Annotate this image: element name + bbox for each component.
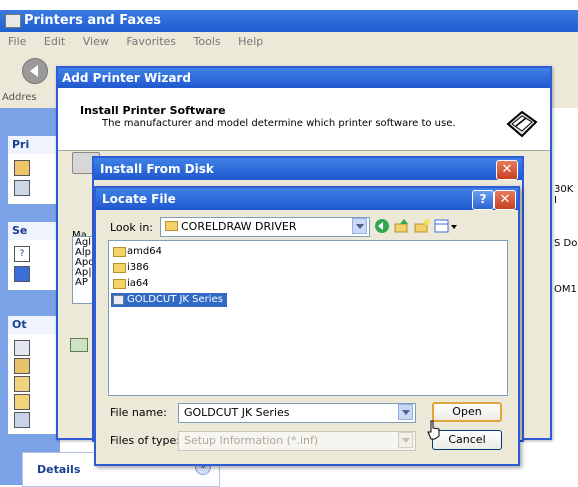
file-name-input[interactable]: GOLDCUT JK Series: [178, 403, 416, 423]
menu-tools[interactable]: Tools: [194, 35, 221, 48]
wizard-header: Install Printer Software The manufacture…: [58, 88, 550, 151]
menu-favorites[interactable]: Favorites: [126, 35, 176, 48]
see-also-header[interactable]: Se: [8, 222, 60, 240]
files-of-type-label: Files of type:: [110, 434, 181, 447]
support-icon[interactable]: [14, 266, 30, 282]
list-fragment: S Do: [554, 238, 578, 249]
help-button[interactable]: ?: [472, 190, 494, 210]
files-of-type-value: Setup Information (*.inf): [184, 434, 319, 447]
menu-help[interactable]: Help: [238, 35, 263, 48]
send-fax-icon[interactable]: [14, 180, 30, 196]
printers-folder-icon: [5, 14, 21, 28]
list-item[interactable]: amd64: [111, 245, 162, 259]
file-name-label: File name:: [110, 406, 167, 419]
list-fragment: 30K I: [554, 184, 574, 206]
control-panel-icon[interactable]: [14, 340, 30, 356]
my-documents-icon[interactable]: [14, 376, 30, 392]
look-in-label: Look in:: [110, 221, 153, 234]
file-name-value: GOLDCUT JK Series: [184, 406, 290, 419]
folder-icon: [165, 221, 178, 231]
menu-file[interactable]: File: [8, 35, 26, 48]
address-label: Addres: [2, 92, 37, 103]
file-list[interactable]: amd64 i386 ia64 GOLDCUT JK Series: [108, 240, 508, 396]
list-item[interactable]: ia64: [111, 277, 149, 291]
printer-icon: [502, 106, 540, 142]
printer-tasks-panel: [8, 154, 60, 204]
setup-file-icon: [113, 295, 124, 305]
other-places-header[interactable]: Ot: [8, 316, 60, 334]
window-title: Printers and Faxes: [24, 13, 162, 28]
signed-driver-icon: [70, 338, 88, 352]
printer-tasks-header[interactable]: Pri: [8, 136, 60, 154]
other-places-panel: [8, 334, 60, 434]
menu-bar: File Edit View Favorites Tools Help: [0, 32, 578, 52]
folder-icon: [113, 279, 126, 289]
printers-faxes-titlebar[interactable]: Printers and Faxes: [0, 10, 578, 32]
chevron-down-icon[interactable]: [398, 404, 413, 420]
wizard-heading: Install Printer Software: [80, 104, 226, 117]
chevron-down-icon: [398, 432, 413, 448]
back-arrow-icon[interactable]: [374, 218, 390, 234]
my-pictures-icon[interactable]: [14, 394, 30, 410]
list-item[interactable]: i386: [111, 261, 149, 275]
new-folder-icon[interactable]: [414, 218, 430, 234]
add-printer-icon[interactable]: [14, 160, 30, 176]
menu-edit[interactable]: Edit: [44, 35, 65, 48]
back-button[interactable]: [22, 58, 48, 84]
open-button[interactable]: Open: [432, 402, 502, 422]
chevron-down-icon[interactable]: [352, 218, 367, 234]
lf-titlebar[interactable]: Locate File: [96, 188, 518, 210]
lf-close-button[interactable]: ✕: [494, 190, 516, 210]
up-folder-icon[interactable]: [394, 218, 410, 234]
list-item-selected[interactable]: GOLDCUT JK Series: [111, 293, 227, 307]
ifd-close-button[interactable]: ✕: [496, 160, 518, 180]
menu-view[interactable]: View: [83, 35, 109, 48]
task-pane: Pri Se ? Ot: [0, 108, 60, 485]
see-also-panel: ?: [8, 240, 60, 290]
wizard-subheading: The manufacturer and model determine whi…: [102, 118, 456, 129]
folder-icon: [113, 263, 126, 273]
ifd-titlebar[interactable]: Install From Disk: [94, 158, 522, 180]
list-fragment: OM1: [554, 284, 577, 295]
look-in-dropdown[interactable]: CORELDRAW DRIVER: [160, 217, 370, 237]
wizard-titlebar[interactable]: Add Printer Wizard: [58, 68, 550, 88]
look-in-value: CORELDRAW DRIVER: [181, 220, 297, 233]
folder-icon: [113, 247, 126, 257]
files-of-type-dropdown[interactable]: Setup Information (*.inf): [178, 431, 416, 451]
my-computer-icon[interactable]: [14, 412, 30, 428]
scanners-icon[interactable]: [14, 358, 30, 374]
details-label: Details: [37, 463, 81, 476]
help-icon[interactable]: ?: [14, 246, 30, 262]
cancel-button[interactable]: Cancel: [432, 430, 502, 450]
locate-file-dialog: Locate File ? ✕ Look in: CORELDRAW DRIVE…: [94, 186, 520, 466]
view-menu-icon[interactable]: [434, 218, 458, 234]
